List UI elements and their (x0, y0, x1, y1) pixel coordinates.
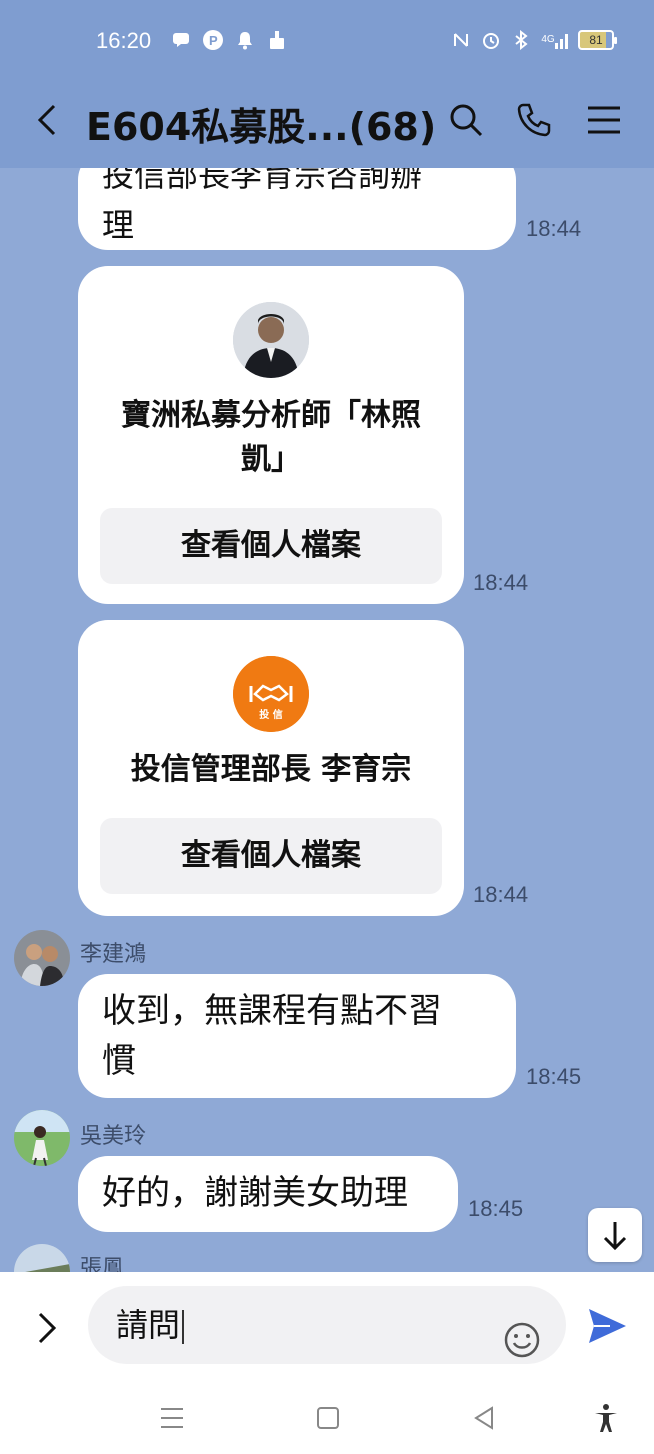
message-input-bar: 請問 (0, 1272, 654, 1382)
message-time: 18:45 (526, 1064, 582, 1089)
accessibility-icon (595, 1404, 617, 1432)
hamburger-menu-icon (588, 106, 620, 134)
logo-text: 投 信 (259, 710, 283, 721)
status-right-icons: 4G 81 (450, 29, 617, 51)
profile-avatar (233, 302, 309, 378)
status-left-icons: P (170, 29, 288, 51)
send-button[interactable] (586, 1306, 628, 1346)
chat-header: E604私募股...(68) (0, 72, 654, 168)
message-bubble[interactable]: 好的，謝謝美女助理 (78, 1156, 458, 1232)
back-nav-button[interactable] (468, 1402, 500, 1434)
profile-card[interactable]: 投 信 投信管理部長 李育宗 查看個人檔案 (78, 620, 464, 916)
chat-title[interactable]: E604私募股...(68) (86, 96, 436, 151)
message-bubble[interactable]: 投信部長李育宗咨詢辦 理 (78, 168, 516, 250)
message-text: 好的，謝謝美女助理 (102, 1173, 408, 1213)
view-profile-button[interactable]: 查看個人檔案 (100, 818, 442, 894)
menu-lines-icon (161, 1408, 183, 1428)
message-text-line: 投信部長李育宗咨詢辦 (102, 168, 423, 194)
nfc-icon (450, 29, 472, 51)
message-time: 18:45 (468, 1196, 524, 1221)
search-icon (450, 104, 483, 137)
message-time: 18:44 (473, 882, 529, 907)
profile-name: 投信管理部長 李育宗 (130, 752, 412, 787)
chevron-left-icon (37, 104, 56, 136)
bluetooth-icon (510, 29, 532, 51)
home-button[interactable] (312, 1402, 344, 1434)
profile-name: 寶洲私募分析師「林照 凱」 (78, 394, 464, 482)
status-bar: 16:20 P 4G 81 (0, 0, 654, 72)
recent-apps-button[interactable] (156, 1402, 188, 1434)
bell-icon (234, 29, 256, 51)
alarm-icon (480, 29, 502, 51)
arrow-down-icon (603, 1222, 627, 1251)
message-time: 18:44 (526, 216, 582, 241)
phone-icon (517, 103, 551, 137)
back-button[interactable] (28, 100, 68, 140)
battery-level: 81 (589, 33, 603, 47)
message-bubble[interactable]: 收到，無課程有點不習 慣 (78, 974, 516, 1098)
parking-app-icon: P (202, 29, 224, 51)
triangle-back-icon (474, 1406, 493, 1430)
chevron-right-icon (38, 1312, 57, 1344)
sender-avatar[interactable] (14, 1244, 70, 1272)
scroll-to-bottom-button[interactable] (588, 1208, 642, 1262)
network-type: 4G (541, 34, 555, 45)
square-icon (317, 1407, 339, 1429)
message-text-line: 慣 (102, 1041, 136, 1081)
svg-text:P: P (209, 33, 218, 48)
status-time: 16:20 (96, 28, 152, 53)
call-button[interactable] (514, 100, 554, 140)
text-caret (182, 1310, 185, 1344)
chat-messages[interactable]: 投信部長李育宗咨詢辦 理 18:44 寶洲私募分析師「林照 凱」 查看個人檔案 … (0, 168, 654, 1272)
send-icon (589, 1309, 626, 1343)
profile-card[interactable]: 寶洲私募分析師「林照 凱」 查看個人檔案 (78, 266, 464, 604)
sender-avatar[interactable] (14, 930, 70, 986)
investment-trust-logo: 投 信 (233, 656, 309, 732)
system-navigation-bar (0, 1382, 654, 1454)
smiley-icon (504, 1322, 540, 1358)
message-text-line: 理 (102, 206, 135, 244)
menu-button[interactable] (584, 100, 624, 140)
message-input[interactable]: 請問 (88, 1286, 566, 1364)
sender-name: 吳美玲 (80, 1124, 147, 1149)
signal-icon: 4G (540, 29, 570, 51)
battery-icon: 81 (578, 30, 617, 50)
accessibility-button[interactable] (590, 1402, 622, 1434)
message-time: 18:44 (473, 570, 529, 595)
message-notification-icon (170, 29, 192, 51)
cleaner-icon (266, 29, 288, 51)
message-input-value: 請問 (116, 1306, 181, 1344)
sender-avatar[interactable] (14, 1110, 70, 1166)
sender-name: 張鳳 (80, 1256, 125, 1272)
view-profile-button[interactable]: 查看個人檔案 (100, 508, 442, 584)
profile-name-line: 寶洲私募分析師「林照 (121, 398, 421, 433)
sender-name: 李建鴻 (80, 942, 147, 967)
emoji-button[interactable] (504, 1308, 540, 1358)
profile-name-line: 凱」 (241, 442, 301, 477)
message-text-line: 收到，無課程有點不習 (102, 991, 442, 1031)
search-button[interactable] (446, 100, 486, 140)
expand-button[interactable] (30, 1308, 64, 1348)
